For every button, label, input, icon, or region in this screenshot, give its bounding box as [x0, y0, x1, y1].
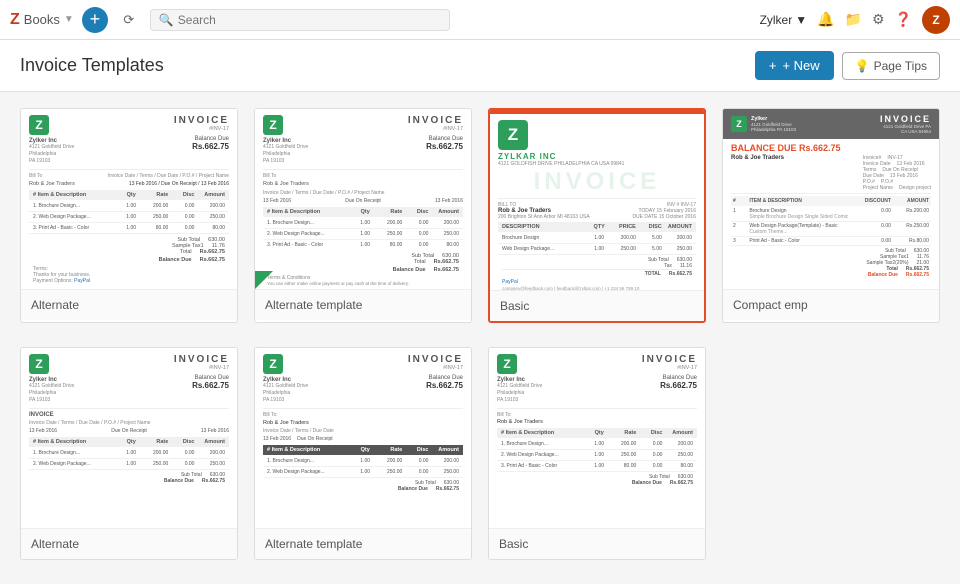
user-menu[interactable]: Zylker ▼ — [760, 13, 808, 27]
template-basic-2[interactable]: Z Zylker Inc 4121 Goldfield DrivePhilade… — [488, 347, 706, 560]
template-alternate-2[interactable]: Z Zylker Inc 4121 Goldfield DrivePhilade… — [20, 347, 238, 560]
logo-z: Z — [10, 11, 20, 29]
top-navigation: Z Books ▼ + ⟳ 🔍 Zylker ▼ 🔔 📁 ⚙ ❓ Z — [0, 0, 960, 40]
user-caret-icon: ▼ — [795, 13, 807, 27]
search-box: 🔍 — [150, 9, 450, 31]
template-label-alternate: Alternate — [21, 289, 237, 320]
template-alternate[interactable]: Z Zylker Inc 4121 Goldfield DrivePhilade… — [20, 108, 238, 323]
new-plus-icon: + — [769, 58, 777, 73]
page-tips-label: Page Tips — [874, 59, 927, 73]
help-icon[interactable]: ❓ — [895, 11, 912, 28]
new-label: + New — [782, 58, 819, 73]
search-icon: 🔍 — [159, 13, 174, 27]
tips-bulb-icon: 💡 — [855, 59, 870, 73]
username-label: Zylker — [760, 13, 793, 27]
template-label-basic: Basic — [490, 290, 704, 321]
template-basic[interactable]: Z ZYLKAR INC 4121 GOLDFISH DRIVE PHILADE… — [488, 108, 706, 323]
page-title: Invoice Templates — [20, 55, 755, 76]
template-preview-alternate: Z Zylker Inc 4121 Goldfield DrivePhilade… — [21, 109, 237, 289]
template-label-alternate-template-2: Alternate template — [255, 528, 471, 559]
template-preview-basic-2: Z Zylker Inc 4121 Goldfield DrivePhilade… — [489, 348, 705, 528]
template-grid-row1: Z Zylker Inc 4121 Goldfield DrivePhilade… — [20, 108, 940, 323]
template-alternate-template-2[interactable]: Z Zylker Inc 4121 Goldfield DrivePhilade… — [254, 347, 472, 560]
template-preview-basic: Z ZYLKAR INC 4121 GOLDFISH DRIVE PHILADE… — [490, 110, 704, 290]
page-header: Invoice Templates + + New 💡 Page Tips — [0, 40, 960, 92]
template-label-alternate-2: Alternate — [21, 528, 237, 559]
logo-books: Books — [24, 12, 60, 27]
recent-items-button[interactable]: ⟳ — [116, 7, 142, 33]
notifications-icon[interactable]: 🔔 — [817, 11, 834, 28]
logo-caret: ▼ — [64, 14, 74, 25]
template-label-alternate-template: Alternate template — [255, 289, 471, 320]
template-alternate-template[interactable]: Z Zylker Inc 4121 Goldfield DrivePhilade… — [254, 108, 472, 323]
create-new-button[interactable]: + — [82, 7, 108, 33]
page-tips-button[interactable]: 💡 Page Tips — [842, 52, 940, 80]
template-preview-alternate-template-2: Z Zylker Inc 4121 Goldfield DrivePhilade… — [255, 348, 471, 528]
files-icon[interactable]: 📁 — [845, 11, 862, 28]
app-logo[interactable]: Z Books ▼ — [10, 11, 74, 29]
template-preview-alternate-template: Z Zylker Inc 4121 Goldfield DrivePhilade… — [255, 109, 471, 289]
template-compact-emp[interactable]: Z Zylker 4121 Goldfield Drive Philadelph… — [722, 108, 940, 323]
avatar[interactable]: Z — [922, 6, 950, 34]
template-preview-alternate-2: Z Zylker Inc 4121 Goldfield DrivePhilade… — [21, 348, 237, 528]
template-label-compact-emp: Compact emp — [723, 289, 939, 320]
settings-icon[interactable]: ⚙ — [872, 11, 885, 28]
search-input[interactable] — [178, 13, 441, 27]
template-grid-row2: Z Zylker Inc 4121 Goldfield DrivePhilade… — [20, 347, 940, 560]
template-label-basic-2: Basic — [489, 528, 705, 559]
main-content: Z Zylker Inc 4121 Goldfield DrivePhilade… — [0, 92, 960, 584]
new-template-button[interactable]: + + New — [755, 51, 834, 80]
nav-right: Zylker ▼ 🔔 📁 ⚙ ❓ Z — [760, 6, 950, 34]
template-preview-compact: Z Zylker 4121 Goldfield Drive Philadelph… — [723, 109, 939, 289]
